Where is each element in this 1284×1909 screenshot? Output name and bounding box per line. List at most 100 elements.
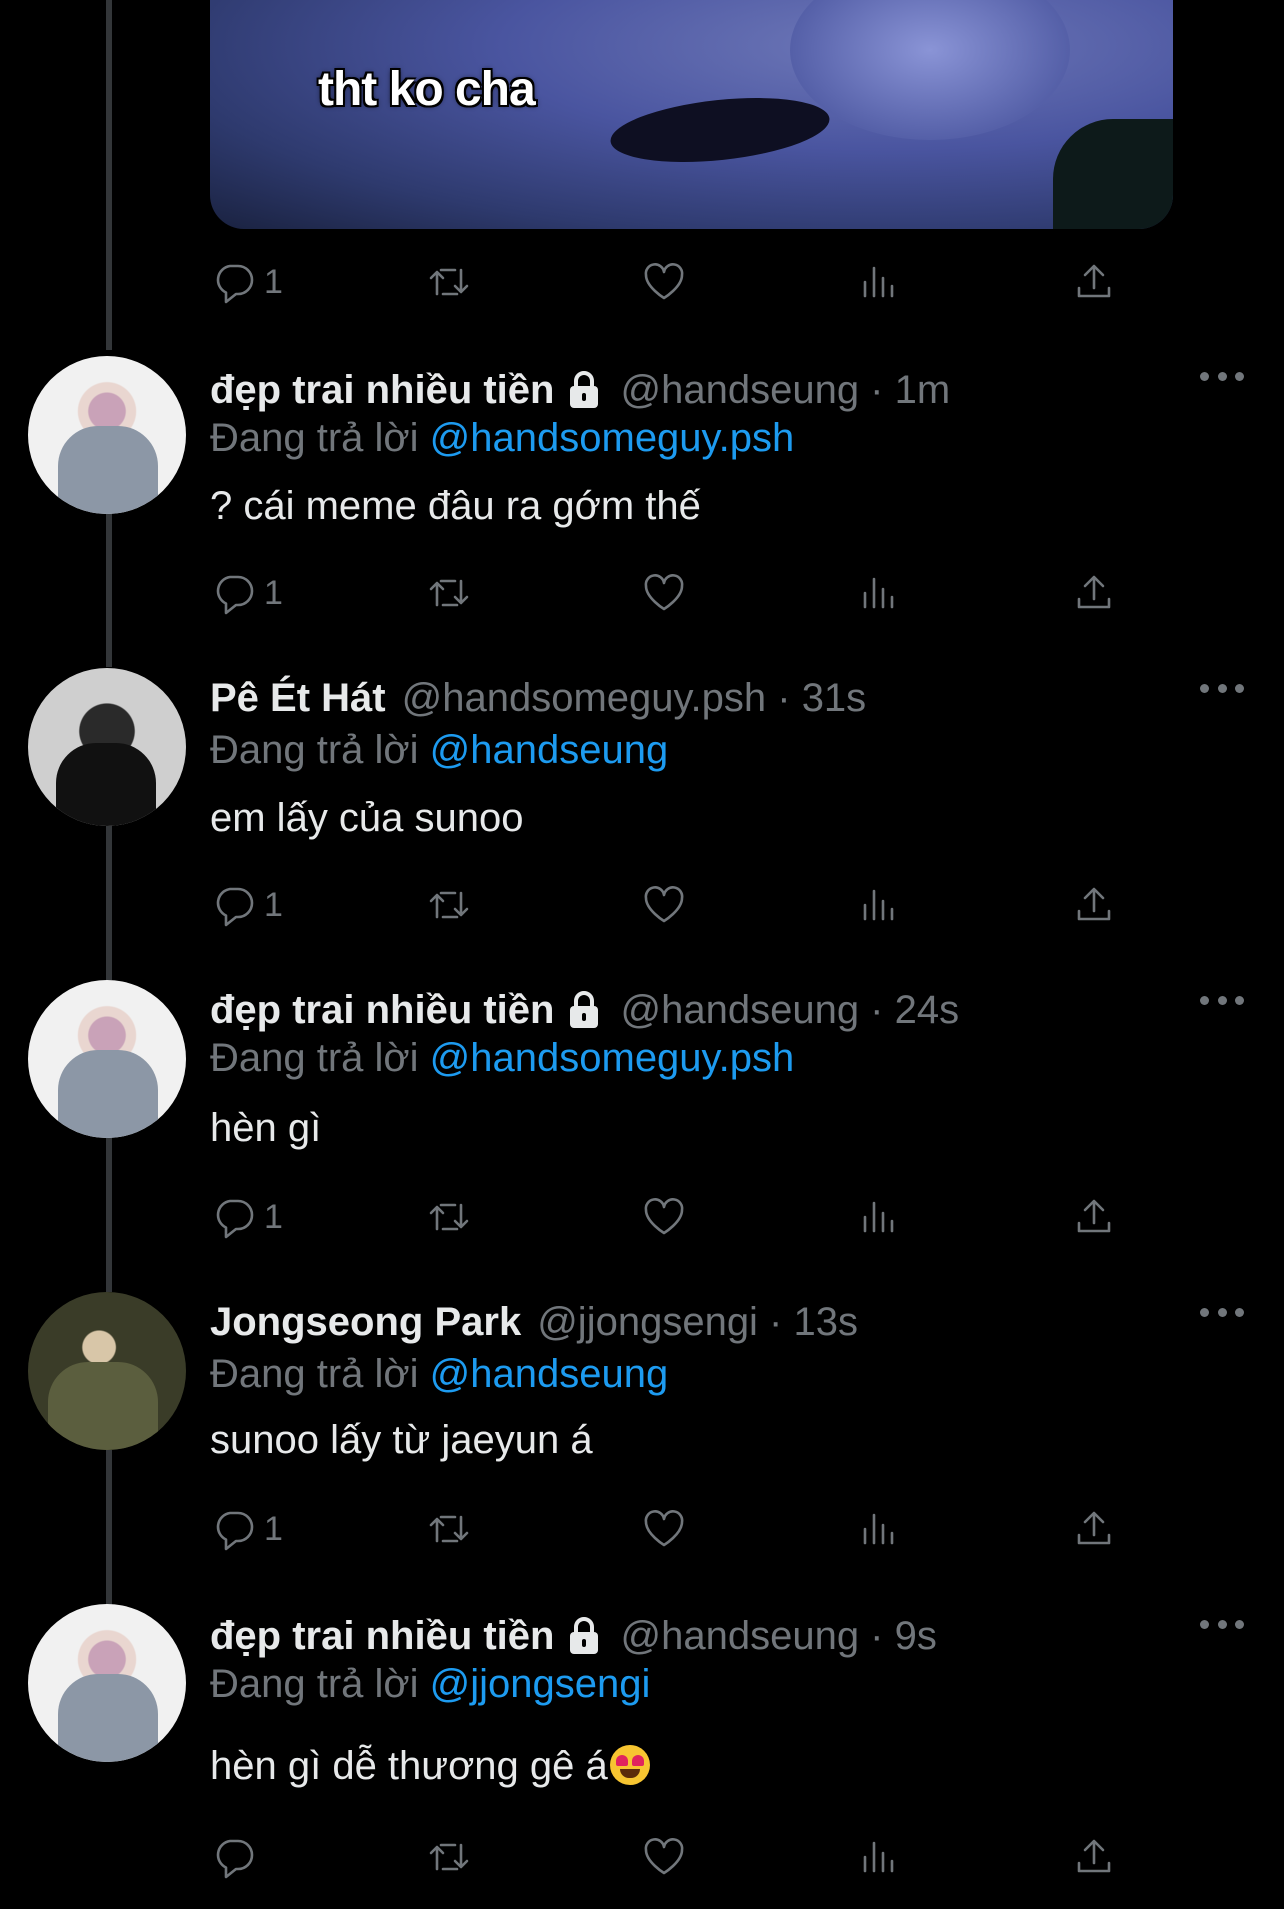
reply-icon — [216, 1199, 254, 1239]
tweet-actions: 1 — [210, 257, 1130, 307]
share-button[interactable] — [1070, 880, 1118, 930]
tweet-text-content: hèn gì dễ thương gê á — [210, 1744, 608, 1788]
like-button[interactable] — [640, 880, 688, 930]
like-button[interactable] — [640, 1192, 688, 1242]
more-icon[interactable] — [1200, 990, 1244, 1010]
tweet-header: Pê Ét Hát @handsomeguy.psh · 31s — [210, 674, 866, 722]
retweet-button[interactable] — [425, 568, 473, 618]
reply-button[interactable]: 1 — [210, 880, 283, 930]
share-button[interactable] — [1070, 257, 1118, 307]
reply-button[interactable] — [210, 1832, 264, 1882]
reply-count: 1 — [264, 1509, 283, 1548]
handle-and-time[interactable]: @handseung · 1m — [620, 366, 950, 414]
reply-icon — [216, 264, 254, 304]
tweet-actions: 1 — [210, 880, 1130, 930]
share-icon — [1077, 887, 1111, 921]
share-icon — [1077, 575, 1111, 609]
share-icon — [1077, 1839, 1111, 1873]
tweet-actions — [210, 1832, 1130, 1882]
views-icon — [863, 577, 894, 609]
share-button[interactable] — [1070, 1832, 1118, 1882]
replying-to-link[interactable]: @handseung — [430, 728, 669, 772]
views-button[interactable] — [855, 1504, 903, 1554]
share-icon — [1077, 1199, 1111, 1233]
like-button[interactable] — [640, 1832, 688, 1882]
views-button[interactable] — [855, 568, 903, 618]
avatar[interactable] — [28, 356, 186, 514]
display-name[interactable]: đẹp trai nhiều tiền — [210, 1612, 554, 1660]
share-icon — [1077, 264, 1111, 298]
tweet-media-image[interactable]: tht ko cha — [210, 0, 1173, 229]
replying-to: Đang trả lời @handseung — [210, 1350, 668, 1398]
reply-button[interactable]: 1 — [210, 257, 283, 307]
views-button[interactable] — [855, 1192, 903, 1242]
retweet-button[interactable] — [425, 257, 473, 307]
thread-line — [106, 825, 112, 980]
more-icon[interactable] — [1200, 1614, 1244, 1634]
views-button[interactable] — [855, 257, 903, 307]
reply-icon — [216, 575, 254, 615]
display-name[interactable]: Jongseong Park — [210, 1298, 521, 1346]
heart-icon — [644, 574, 684, 611]
like-button[interactable] — [640, 1504, 688, 1554]
share-button[interactable] — [1070, 568, 1118, 618]
more-icon[interactable] — [1200, 1302, 1244, 1322]
retweet-icon — [429, 1203, 469, 1231]
share-icon — [1077, 1511, 1111, 1545]
handle-and-time[interactable]: @handseung · 9s — [620, 1612, 936, 1660]
heart-eyes-emoji — [609, 1745, 650, 1785]
handle-and-time[interactable]: @handsomeguy.psh · 31s — [402, 674, 867, 722]
avatar[interactable] — [28, 1604, 186, 1762]
reply-count: 1 — [264, 1197, 283, 1236]
views-button[interactable] — [855, 1832, 903, 1882]
more-icon[interactable] — [1200, 366, 1244, 386]
tweet-header: Jongseong Park @jjongsengi · 13s — [210, 1298, 858, 1346]
like-button[interactable] — [640, 568, 688, 618]
handle-and-time[interactable]: @handseung · 24s — [620, 986, 959, 1034]
retweet-icon — [429, 579, 469, 607]
display-name[interactable]: đẹp trai nhiều tiền — [210, 986, 554, 1034]
retweet-button[interactable] — [425, 1832, 473, 1882]
lock-icon — [570, 991, 599, 1028]
tweet-header: đẹp trai nhiều tiền @handseung · 24s — [210, 986, 959, 1034]
views-icon — [863, 1841, 894, 1873]
thread-line — [106, 512, 112, 667]
replying-to: Đang trả lời @handsomeguy.psh — [210, 1034, 794, 1082]
tweet-header: đẹp trai nhiều tiền @handseung · 1m — [210, 366, 950, 414]
avatar[interactable] — [28, 668, 186, 826]
heart-icon — [644, 1838, 684, 1875]
retweet-icon — [429, 1843, 469, 1871]
replying-to-link[interactable]: @jjongsengi — [430, 1662, 651, 1706]
retweet-button[interactable] — [425, 1504, 473, 1554]
display-name[interactable]: Pê Ét Hát — [210, 674, 386, 722]
retweet-icon — [429, 268, 469, 296]
share-button[interactable] — [1070, 1504, 1118, 1554]
tweet-text: sunoo lấy từ jaeyun á — [210, 1418, 593, 1462]
share-button[interactable] — [1070, 1192, 1118, 1242]
lock-icon — [570, 371, 599, 408]
thread-line — [106, 1450, 112, 1605]
media-caption: tht ko cha — [318, 63, 536, 116]
reply-count: 1 — [264, 573, 283, 612]
avatar[interactable] — [28, 980, 186, 1138]
replying-to-link[interactable]: @handsomeguy.psh — [430, 1036, 795, 1080]
tweet-text: hèn gì — [210, 1106, 322, 1150]
views-button[interactable] — [855, 880, 903, 930]
replying-to-link[interactable]: @handsomeguy.psh — [430, 416, 795, 460]
retweet-button[interactable] — [425, 1192, 473, 1242]
avatar[interactable] — [28, 1292, 186, 1450]
handle-and-time[interactable]: @jjongsengi · 13s — [537, 1298, 858, 1346]
replying-to-link[interactable]: @handseung — [430, 1352, 669, 1396]
retweet-icon — [429, 1515, 469, 1543]
more-icon[interactable] — [1200, 678, 1244, 698]
reply-button[interactable]: 1 — [210, 1504, 283, 1554]
reply-button[interactable]: 1 — [210, 1192, 283, 1242]
views-icon — [863, 889, 894, 921]
replying-label: Đang trả lời — [210, 1662, 430, 1706]
display-name[interactable]: đẹp trai nhiều tiền — [210, 366, 554, 414]
replying-label: Đang trả lời — [210, 728, 430, 772]
retweet-button[interactable] — [425, 880, 473, 930]
reply-button[interactable]: 1 — [210, 568, 283, 618]
like-button[interactable] — [640, 257, 688, 307]
views-icon — [863, 1201, 894, 1233]
